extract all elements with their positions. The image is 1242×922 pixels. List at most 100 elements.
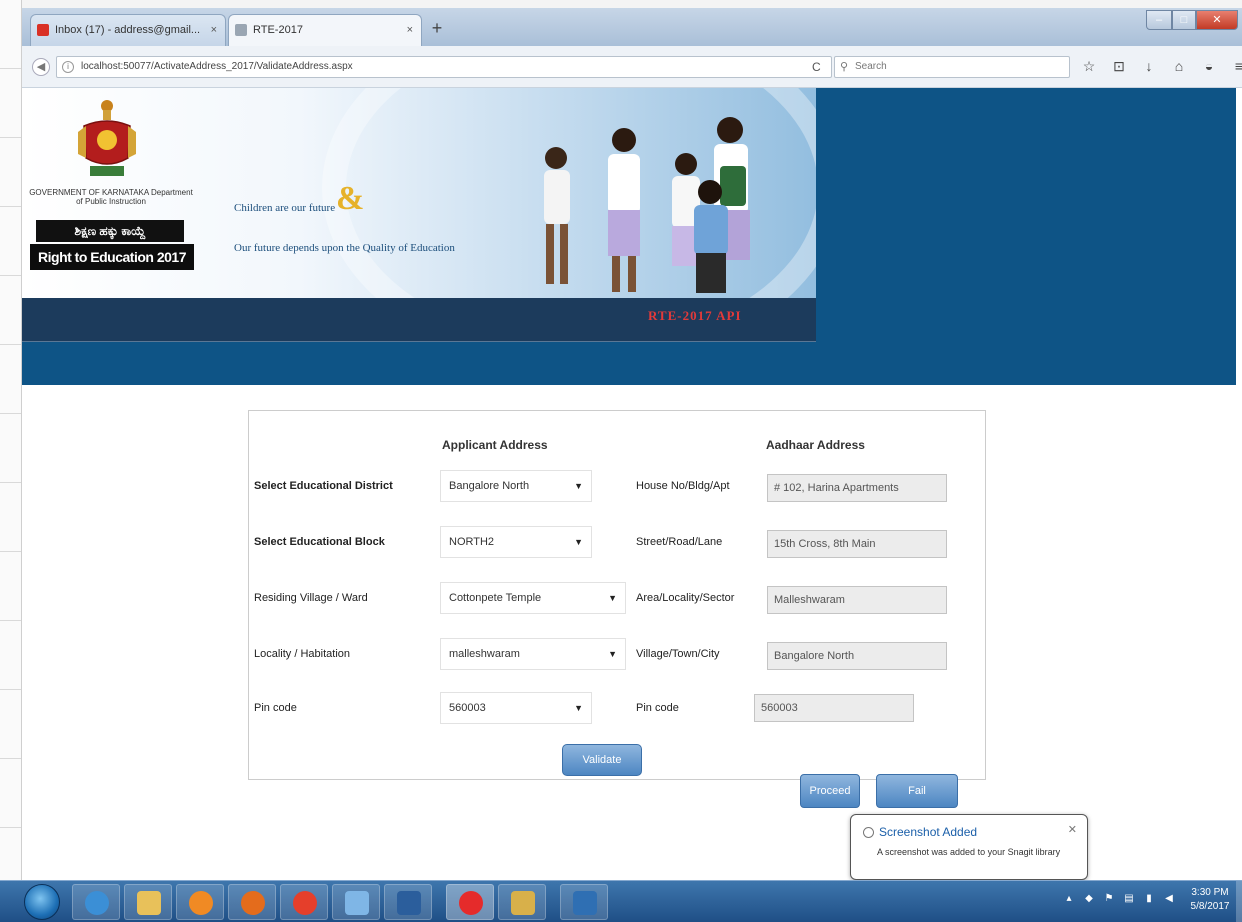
educational-block-label: Select Educational Block (254, 536, 385, 548)
notification-close-icon[interactable]: ✕ (1068, 823, 1077, 836)
banner: GOVERNMENT OF KARNATAKA Department of Pu… (22, 88, 816, 298)
browser-window: Inbox (17) - address@gmail... × RTE-2017… (22, 8, 1242, 880)
pocket-icon[interactable]: ◒ (1202, 58, 1216, 74)
tray-expand-icon[interactable]: ▴ (1064, 893, 1074, 905)
chrome-icon[interactable] (280, 884, 328, 920)
back-button[interactable]: ◀ (32, 58, 50, 76)
desktop-background (0, 0, 22, 880)
residing-village-label: Residing Village / Ward (254, 592, 368, 604)
area-locality-label: Area/Locality/Sector (636, 592, 735, 604)
bookmark-star-icon[interactable]: ☆ (1082, 58, 1096, 74)
folder-app-icon[interactable] (332, 884, 380, 920)
page-icon (235, 24, 247, 36)
reload-button[interactable]: C (812, 60, 821, 74)
remote-app-icon[interactable] (384, 884, 432, 920)
tagline-line-2: Our future depends upon the Quality of E… (234, 242, 455, 254)
toolbar-icons: ☆ ⊡ ↓ ⌂ ◒ ≡ (1082, 58, 1242, 74)
search-icon: ⚲ (840, 61, 849, 73)
tray-volume-icon[interactable]: ◀ (1164, 893, 1174, 905)
download-icon[interactable]: ↓ (1142, 58, 1156, 74)
tagline-ampersand: & (336, 180, 365, 217)
fail-button[interactable]: Fail (876, 774, 958, 808)
home-icon[interactable]: ⌂ (1172, 58, 1186, 74)
taskbar: ▴ ◆ ⚑ ▤ ▮ ◀ 3:30 PM 5/8/2017 (0, 880, 1242, 922)
tray-network-icon[interactable]: ▤ (1124, 893, 1134, 905)
maximize-button[interactable]: □ (1172, 10, 1196, 30)
tab-label: Inbox (17) - address@gmail... (55, 24, 201, 36)
file-explorer-icon[interactable] (124, 884, 172, 920)
search-placeholder: Search (855, 61, 887, 72)
tab-rte[interactable]: RTE-2017 × (228, 14, 422, 46)
rte-label: Right to Education 2017 (30, 244, 194, 270)
api-label: RTE-2017 API (648, 308, 742, 323)
gmail-icon (37, 24, 49, 36)
select-value: Bangalore North (449, 480, 530, 492)
government-name: GOVERNMENT OF KARNATAKA Department of Pu… (29, 188, 193, 206)
aadhaar-address-header: Aadhaar Address (766, 438, 865, 452)
dropdown-arrow-icon: ▼ (574, 537, 583, 547)
applicant-pincode-label: Pin code (254, 702, 297, 714)
validate-button[interactable]: Validate (562, 744, 642, 776)
show-desktop-button[interactable] (1236, 881, 1242, 922)
new-tab-button[interactable]: + (426, 18, 448, 40)
street-label: Street/Road/Lane (636, 536, 723, 548)
kannada-label: ಶಿಕ್ಷಣ ಹಕ್ಕು ಕಾಯ್ದೆ (36, 220, 184, 242)
menu-icon[interactable]: ≡ (1232, 58, 1242, 74)
firefox-icon[interactable] (228, 884, 276, 920)
students-photo (544, 117, 750, 293)
tray-shield-icon[interactable]: ◆ (1084, 893, 1094, 905)
clock-date: 5/8/2017 (1190, 901, 1230, 912)
proceed-button[interactable]: Proceed (800, 774, 860, 808)
taskbar-clock[interactable]: 3:30 PM 5/8/2017 (1182, 886, 1238, 914)
tray-flag-icon[interactable]: ⚑ (1104, 893, 1114, 905)
house-no-field[interactable]: # 102, Harina Apartments (767, 474, 947, 502)
search-input[interactable]: ⚲ Search (834, 56, 1070, 78)
info-icon[interactable]: i (62, 61, 74, 73)
student-figure-2 (608, 128, 640, 292)
aadhaar-pincode-label: Pin code (636, 702, 679, 714)
select-value: malleshwaram (449, 648, 520, 660)
aadhaar-pincode-field[interactable]: 560003 (754, 694, 914, 722)
locality-habitation-select[interactable]: malleshwaram ▼ (440, 638, 626, 670)
snagit-icon (863, 827, 874, 838)
internet-explorer-icon[interactable] (72, 884, 120, 920)
area-locality-field[interactable]: Malleshwaram (767, 586, 947, 614)
snagit-app-icon[interactable] (560, 884, 608, 920)
banner-strip: RTE-2017 API (22, 298, 816, 342)
desktop-edge (0, 0, 1242, 8)
village-town-field[interactable]: Bangalore North (767, 642, 947, 670)
select-value: 560003 (449, 702, 486, 714)
paint-app-icon[interactable] (498, 884, 546, 920)
tab-close-icon[interactable]: × (211, 15, 217, 45)
close-window-button[interactable]: ✕ (1196, 10, 1238, 30)
address-bar[interactable]: i localhost:50077/ActivateAddress_2017/V… (56, 56, 832, 78)
tab-label: RTE-2017 (253, 24, 303, 36)
select-value: NORTH2 (449, 536, 495, 548)
tab-close-icon[interactable]: × (407, 15, 413, 45)
library-icon[interactable]: ⊡ (1112, 58, 1126, 74)
residing-village-select[interactable]: Cottonpete Temple ▼ (440, 582, 626, 614)
media-player-icon[interactable] (176, 884, 224, 920)
tab-strip: Inbox (17) - address@gmail... × RTE-2017… (22, 8, 1242, 46)
tray-power-icon[interactable]: ▮ (1144, 893, 1154, 905)
student-figure-1 (544, 147, 570, 284)
page-content: GOVERNMENT OF KARNATAKA Department of Pu… (22, 88, 1242, 880)
tagline-line-1: Children are our future (234, 202, 336, 214)
dropdown-arrow-icon: ▼ (608, 649, 617, 659)
minimize-button[interactable]: – (1146, 10, 1172, 30)
clock-time: 3:30 PM (1191, 887, 1229, 898)
dropdown-arrow-icon: ▼ (574, 481, 583, 491)
educational-district-label: Select Educational District (254, 480, 393, 492)
screenshot-notification[interactable]: Screenshot Added ✕ A screenshot was adde… (850, 814, 1088, 889)
notification-title: Screenshot Added (879, 825, 978, 839)
street-field[interactable]: 15th Cross, 8th Main (767, 530, 947, 558)
educational-block-select[interactable]: NORTH2 ▼ (440, 526, 592, 558)
url-text: localhost:50077/ActivateAddress_2017/Val… (81, 61, 353, 72)
start-button[interactable] (24, 884, 60, 920)
airtel-app-icon[interactable] (446, 884, 494, 920)
tab-gmail[interactable]: Inbox (17) - address@gmail... × (30, 14, 226, 46)
applicant-address-header: Applicant Address (442, 438, 548, 452)
applicant-pincode-select[interactable]: 560003 ▼ (440, 692, 592, 724)
navigation-toolbar: ◀ i localhost:50077/ActivateAddress_2017… (22, 46, 1242, 88)
educational-district-select[interactable]: Bangalore North ▼ (440, 470, 592, 502)
